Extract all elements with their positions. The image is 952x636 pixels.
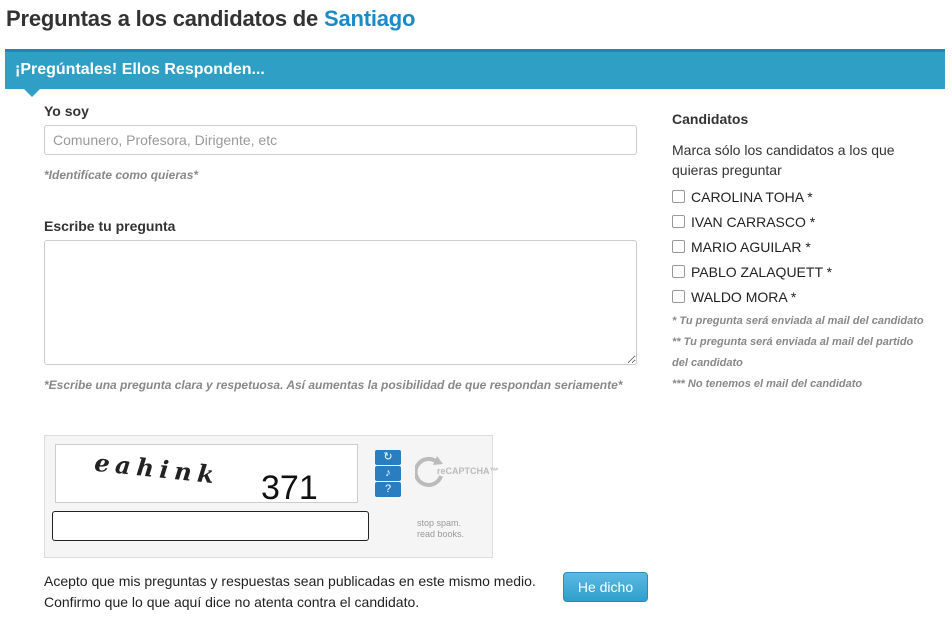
- note-item: ** Tu pregunta será enviada al mail del …: [672, 336, 914, 369]
- candidate-item[interactable]: IVAN CARRASCO *: [672, 209, 832, 234]
- candidates-instructions: Marca sólo los candidatos a los que quie…: [672, 142, 895, 178]
- section-banner: ¡Pregúntales! Ellos Responden...: [5, 49, 945, 97]
- recaptcha-logo-text: reCAPTCHA™: [437, 466, 499, 476]
- recaptcha-logo: reCAPTCHA™: [413, 454, 499, 494]
- identity-input[interactable]: [44, 125, 637, 155]
- candidate-label: PABLO ZALAQUETT *: [691, 263, 833, 280]
- captcha-image: eahink 371: [55, 444, 358, 507]
- accept-line-2: Confirmo que lo que aquí dice no atenta …: [44, 594, 420, 610]
- candidate-list: CAROLINA TOHA * IVAN CARRASCO * MARIO AG…: [672, 184, 832, 309]
- candidate-label: CAROLINA TOHA *: [691, 188, 813, 205]
- candidate-checkbox[interactable]: [672, 265, 685, 278]
- recaptcha-slogan-line2: read books.: [417, 529, 465, 539]
- candidates-title: Candidatos: [672, 111, 749, 127]
- identity-label: Yo soy: [44, 103, 89, 119]
- submit-button[interactable]: He dicho: [563, 572, 648, 602]
- help-icon[interactable]: ?: [375, 482, 401, 497]
- accept-line-1: Acepto que mis preguntas y respuestas se…: [44, 573, 536, 589]
- note-item: *** No tenemos el mail del candidato: [672, 378, 863, 390]
- question-hint: *Escribe una pregunta clara y respetuosa…: [44, 378, 623, 392]
- candidate-item[interactable]: MARIO AGUILAR *: [672, 234, 832, 259]
- captcha-word-distorted: eahink: [93, 448, 215, 489]
- candidate-label: IVAN CARRASCO *: [691, 213, 816, 230]
- identity-hint: *Identifícate como quieras*: [44, 168, 199, 182]
- candidate-item[interactable]: PABLO ZALAQUETT *: [672, 259, 832, 284]
- candidate-item[interactable]: CAROLINA TOHA *: [672, 184, 832, 209]
- captcha-widget: eahink 371 ↻ ♪ ? reCAPTCHA™ stop spam. r…: [44, 435, 499, 558]
- captcha-challenge-svg: eahink 371: [93, 448, 318, 507]
- page-title-prefix: Preguntas a los candidatos de: [6, 6, 319, 31]
- page-title-city: Santiago: [323, 6, 416, 31]
- candidate-checkbox[interactable]: [672, 215, 685, 228]
- candidate-checkbox[interactable]: [672, 240, 685, 253]
- banner-notch: [24, 89, 40, 97]
- refresh-icon[interactable]: ↻: [375, 450, 401, 465]
- candidate-checkbox[interactable]: [672, 190, 685, 203]
- page-title: Preguntas a los candidatos de Santiago: [6, 6, 415, 32]
- candidate-item[interactable]: WALDO MORA *: [672, 284, 832, 309]
- candidate-label: WALDO MORA *: [691, 288, 797, 305]
- accept-terms-text: Acepto que mis preguntas y respuestas se…: [44, 571, 536, 613]
- recaptcha-slogan-line1: stop spam.: [417, 518, 462, 528]
- banner-text: ¡Pregúntales! Ellos Responden...: [15, 61, 265, 78]
- captcha-word-number: 371: [261, 469, 318, 504]
- candidate-notes: * Tu pregunta será enviada al mail del c…: [672, 311, 932, 395]
- candidate-checkbox[interactable]: [672, 290, 685, 303]
- question-textarea[interactable]: [44, 240, 637, 365]
- captcha-controls: ↻ ♪ ?: [375, 450, 401, 498]
- captcha-answer-input[interactable]: [52, 511, 369, 541]
- question-label: Escribe tu pregunta: [44, 218, 176, 234]
- recaptcha-slogan: stop spam. read books.: [417, 518, 487, 540]
- audio-icon[interactable]: ♪: [375, 466, 401, 481]
- candidate-label: MARIO AGUILAR *: [691, 238, 811, 255]
- note-item: * Tu pregunta será enviada al mail del c…: [672, 315, 924, 327]
